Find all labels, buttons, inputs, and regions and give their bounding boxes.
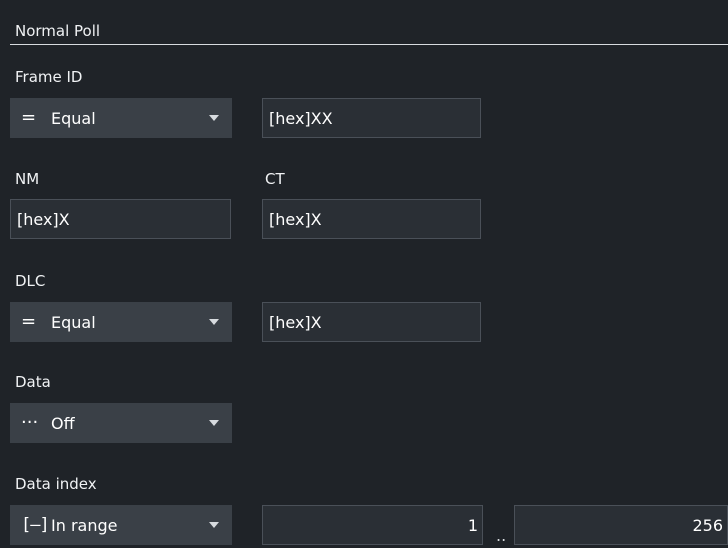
data-label: Data xyxy=(15,373,51,391)
dlc-operator-dropdown[interactable]: = Equal xyxy=(10,302,232,342)
range-separator: .. xyxy=(496,526,507,545)
data-index-operator-value: In range xyxy=(51,515,118,535)
chevron-down-icon xyxy=(209,319,219,325)
ct-label: CT xyxy=(265,170,285,188)
equals-icon: = xyxy=(21,107,37,128)
ellipsis-icon: ··· xyxy=(21,412,39,433)
equals-icon: = xyxy=(21,311,37,332)
ct-value-field[interactable]: [hex]X xyxy=(262,199,481,239)
range-bracket-icon: [–] xyxy=(21,514,50,535)
dlc-operator-value: Equal xyxy=(51,312,96,332)
frame-id-label: Frame ID xyxy=(15,68,83,86)
frame-id-value-field[interactable]: [hex]XX xyxy=(262,98,481,138)
data-index-to-field[interactable]: 256 xyxy=(514,505,728,545)
data-index-operator-dropdown[interactable]: [–] In range xyxy=(10,505,232,545)
nm-label: NM xyxy=(15,170,40,188)
data-operator-dropdown[interactable]: ··· Off xyxy=(10,403,232,443)
section-title: Normal Poll xyxy=(15,22,101,40)
section-divider xyxy=(10,44,728,45)
frame-id-operator-value: Equal xyxy=(51,108,96,128)
chevron-down-icon xyxy=(209,115,219,121)
data-index-label: Data index xyxy=(15,475,97,493)
chevron-down-icon xyxy=(209,420,219,426)
dlc-label: DLC xyxy=(15,272,46,290)
data-operator-value: Off xyxy=(51,413,75,433)
data-index-from-field[interactable]: 1 xyxy=(262,505,483,545)
chevron-down-icon xyxy=(209,522,219,528)
dlc-value-field[interactable]: [hex]X xyxy=(262,302,481,342)
frame-id-operator-dropdown[interactable]: = Equal xyxy=(10,98,232,138)
nm-value-field[interactable]: [hex]X xyxy=(10,199,231,239)
